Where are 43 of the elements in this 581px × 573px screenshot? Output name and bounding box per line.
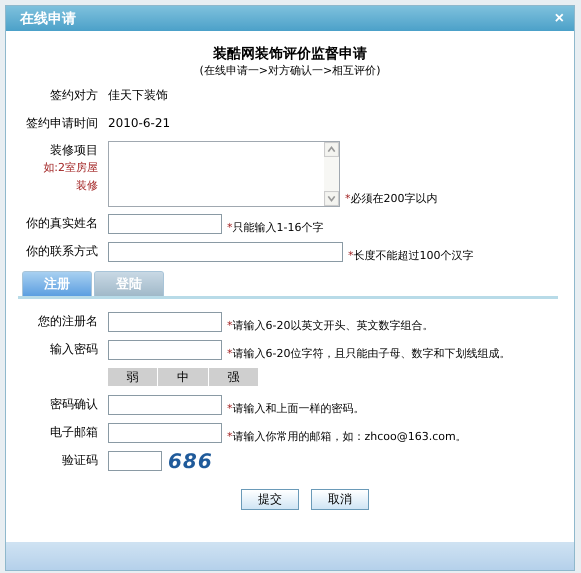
form-subheading: (在线申请一>对方确认一>相互评价) [198, 63, 382, 78]
field-value: 2010-6-21 [108, 115, 170, 132]
scroll-down-icon[interactable] [324, 191, 339, 206]
strength-level: 弱 [108, 368, 158, 386]
form-heading: 装酷网装饰评价监督申请 [212, 45, 368, 63]
field-value: 佳天下装饰 [108, 87, 168, 104]
form-button[interactable]: 提交 [241, 489, 299, 510]
hint-text: *请输入和上面一样的密码。 [227, 401, 364, 416]
text-field[interactable] [108, 395, 222, 415]
field-label: 您的注册名 [38, 314, 98, 328]
tab[interactable]: 登陆 [94, 271, 164, 296]
tab[interactable]: 注册 [22, 271, 92, 296]
text-field[interactable] [108, 312, 222, 332]
hint-text: *必须在200字以内 [345, 191, 438, 206]
field-label: 密码确认 [50, 397, 98, 411]
field-label: 验证码 [62, 453, 98, 467]
captcha-code: 686 [168, 451, 213, 471]
field-label: 你的联系方式 [26, 243, 98, 260]
form-button[interactable]: 取消 [311, 489, 369, 510]
hint-text: *只能输入1-16个字 [227, 220, 324, 235]
text-field[interactable] [108, 242, 343, 262]
text-field[interactable] [108, 214, 222, 234]
hint-text: *请输入6-20位字符，且只能由子母、数字和下划线组成。 [227, 346, 510, 361]
text-field[interactable] [108, 423, 222, 443]
window-title: 在线申请 [20, 10, 76, 28]
text-field[interactable] [108, 340, 222, 360]
hint-text: *长度不能超过100个汉字 [348, 248, 474, 263]
field-label: 你的真实姓名 [26, 215, 98, 232]
strength-level: 强 [226, 369, 240, 386]
textarea-field[interactable] [108, 141, 340, 207]
strength-level: 中 [158, 368, 209, 386]
field-label: 电子邮箱 [50, 425, 98, 439]
field-label: 签约对方 [50, 88, 98, 102]
field-label: 签约申请时间 [26, 116, 98, 130]
captcha-field[interactable] [108, 451, 162, 471]
hint-text: *请输入6-20以英文开头、英文数字组合。 [227, 318, 434, 333]
scroll-up-icon[interactable] [324, 142, 339, 157]
field-label: 输入密码 [50, 342, 98, 356]
hint-text: *请输入你常用的邮箱，如：zhcoo@163.com。 [227, 429, 467, 444]
scrollbar[interactable] [324, 142, 339, 206]
field-label: 装修项目 [50, 142, 98, 159]
close-button[interactable]: × [554, 10, 564, 28]
example-text: 如:2室房屋装修 [42, 160, 98, 194]
